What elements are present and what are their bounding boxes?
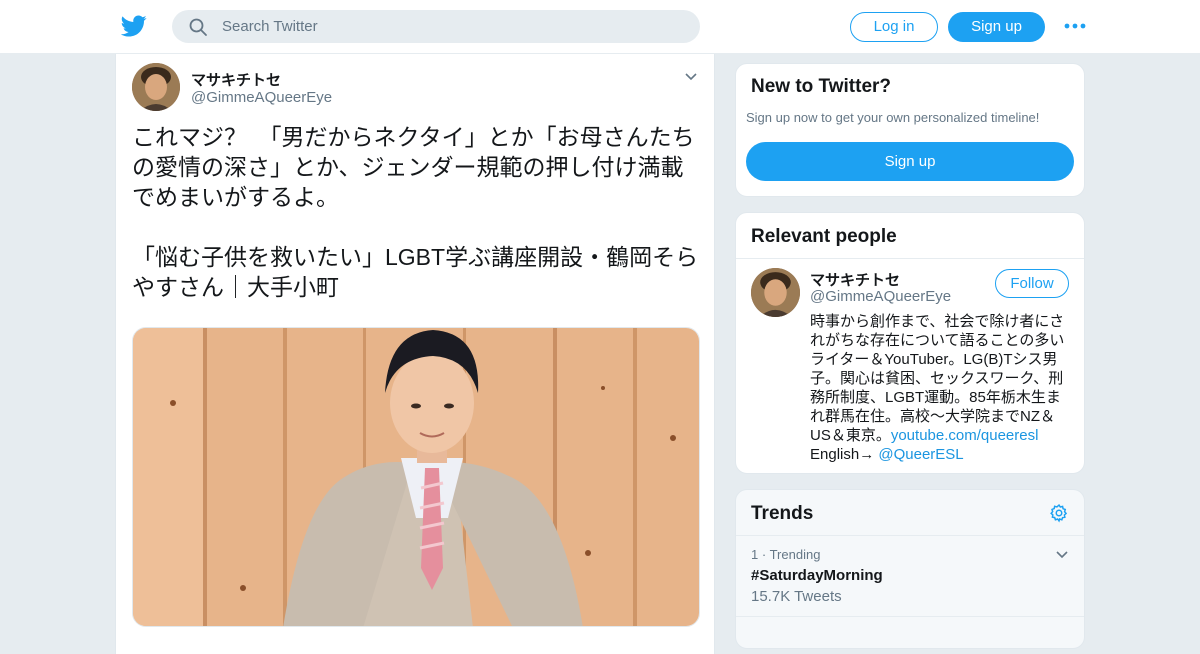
trend-rank: 1 [751,547,759,562]
sign-up-button[interactable]: Sign up [746,142,1074,181]
bio-english-prefix: English→ [810,446,879,463]
trend-tweet-count: 15.7K Tweets [751,588,842,605]
follow-button[interactable]: Follow [995,269,1069,298]
tweet-card: マサキチトセ @GimmeAQueerEye これマジ？ 「男だからネクタイ」と… [115,54,715,654]
search-icon [189,18,207,36]
person-photo-image [133,328,699,626]
divider [736,258,1084,259]
tweet-author-name[interactable]: マサキチトセ [191,69,281,90]
trend-meta: 1 · Trending [751,547,820,562]
relevant-people-card: Relevant people マサキチトセ @GimmeAQueerEye F… [735,212,1085,474]
divider [736,616,1084,617]
bio-link[interactable]: youtube.com/queeresl [891,427,1039,444]
avatar-image [751,268,800,317]
sign-up-button[interactable]: Sign up [948,12,1045,42]
card-title: Relevant people [751,226,897,247]
twitter-bird-icon[interactable] [121,13,147,39]
card-title: New to Twitter? [751,76,892,97]
tweet-author-handle[interactable]: @GimmeAQueerEye [191,89,332,106]
card-subtitle: Sign up now to get your own personalized… [746,110,1040,125]
avatar[interactable] [132,63,180,111]
person-name[interactable]: マサキチトセ [810,269,900,290]
bio-text: 時事から創作まで、社会で除け者にされがちな存在について語ることの多いライター＆Y… [810,313,1065,444]
bio-mention-link[interactable]: @QueerESL [878,446,963,463]
avatar[interactable] [751,268,800,317]
gear-icon[interactable] [1049,503,1069,523]
tweet-text: これマジ？ 「男だからネクタイ」とか「お母さんたちの愛情の深さ」とか、ジェンダー… [132,124,699,300]
search-input[interactable]: Search Twitter [222,10,318,43]
trend-separator: · [761,547,767,562]
chevron-down-icon[interactable] [1055,550,1069,560]
chevron-down-icon[interactable] [684,72,698,82]
avatar-image [132,63,180,111]
new-to-twitter-card: New to Twitter? Sign up now to get your … [735,63,1085,197]
trends-card: Trends 1 · Trending #SaturdayMorning 15.… [735,489,1085,649]
divider [736,535,1084,536]
person-bio: 時事から創作まで、社会で除け者にされがちな存在について語ることの多いライター＆Y… [810,312,1072,464]
person-handle[interactable]: @GimmeAQueerEye [810,288,951,305]
top-navigation-bar: Search Twitter Log in Sign up [0,0,1200,54]
trend-name[interactable]: #SaturdayMorning [751,567,883,584]
more-dots-icon[interactable] [1063,20,1087,32]
trend-label: Trending [769,547,821,562]
log-in-button[interactable]: Log in [850,12,938,42]
tweet-photo[interactable] [132,327,700,627]
card-title: Trends [751,503,814,524]
